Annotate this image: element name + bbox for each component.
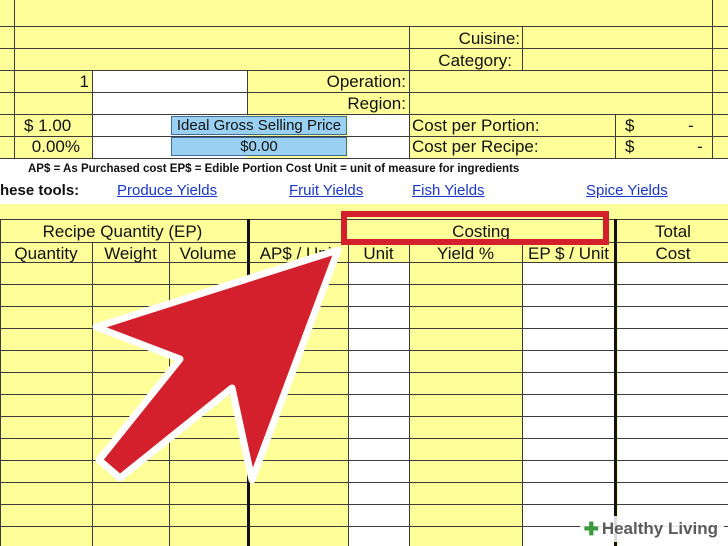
grid-hline [0,394,728,395]
watermark-text: Healthy Living [601,519,718,538]
grid-hline [0,114,728,115]
grid-vline [169,242,170,546]
grid-vline [247,219,250,546]
grid-lines [0,0,728,546]
grid-vline [614,219,617,546]
healthy-living-watermark: ✚ Healthy Living [579,516,724,542]
grid-hline [0,70,728,71]
grid-vline [522,26,523,70]
grid-hline [0,262,728,263]
grid-vline [409,26,410,158]
grid-vline [348,242,349,546]
grid-hline [0,284,728,285]
grid-hline [0,416,728,417]
grid-vline [522,242,523,546]
grid-hline [0,328,728,329]
grid-hline [0,242,728,243]
grid-hline [0,219,728,220]
plus-leaf-icon: ✚ [583,519,599,539]
grid-hline [0,482,728,483]
grid-hline [0,504,728,505]
grid-hline [0,372,728,373]
grid-hline [0,306,728,307]
grid-vline [0,219,1,546]
grid-hline [0,92,728,93]
grid-hline [0,460,728,461]
grid-vline [14,0,15,158]
grid-hline [0,158,728,159]
grid-vline [92,70,93,158]
grid-vline [409,242,410,546]
grid-vline [247,70,248,114]
grid-hline [0,26,728,27]
grid-vline [92,242,93,546]
grid-hline [0,438,728,439]
grid-vline [615,114,616,158]
grid-vline [712,0,713,158]
spreadsheet: Cuisine: Category: Operation: Region: 1 … [0,0,728,546]
grid-hline [0,136,728,137]
grid-hline [0,350,728,351]
grid-hline [0,48,728,49]
